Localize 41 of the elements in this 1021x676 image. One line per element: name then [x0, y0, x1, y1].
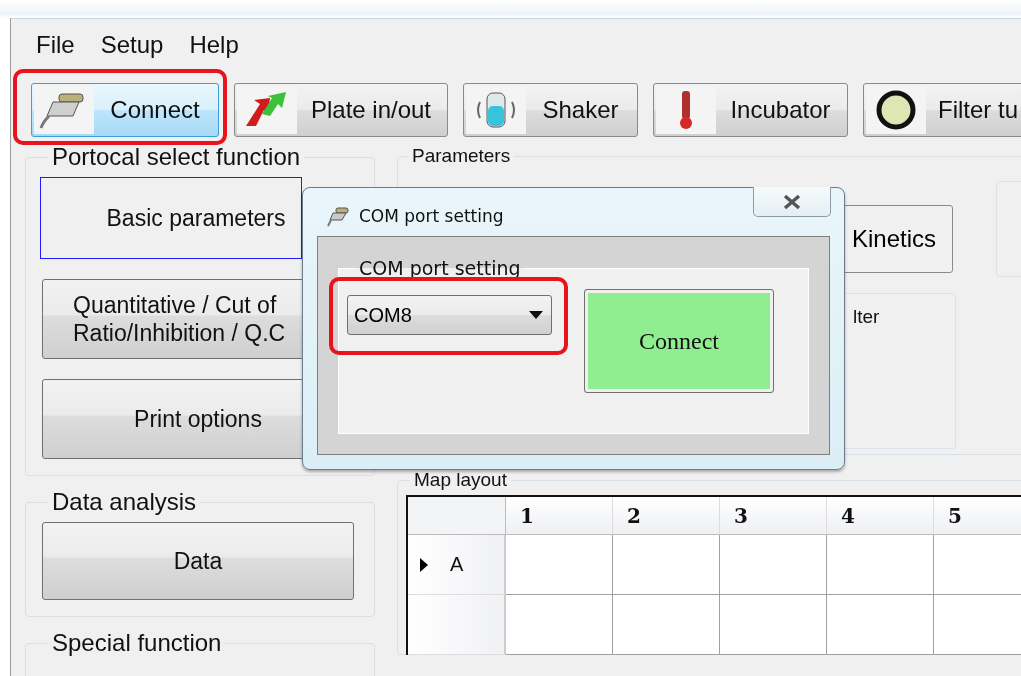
well-cell[interactable] [506, 535, 613, 595]
toolbar-button[interactable]: Incubator [653, 83, 848, 137]
filter-label: lter [853, 306, 880, 328]
column-header: 3 [720, 497, 827, 535]
menu-item[interactable]: File [36, 29, 75, 69]
well-cell[interactable] [827, 595, 934, 655]
well-cell[interactable] [827, 535, 934, 595]
dropdown-arrow-icon [529, 311, 543, 319]
port-dropdown[interactable]: COM8 [347, 295, 552, 335]
toolbar-button[interactable]: Plate in/out [234, 83, 448, 137]
row-header[interactable] [408, 595, 506, 655]
toolbar-button[interactable]: Shaker [463, 83, 638, 137]
row-header[interactable]: A [408, 535, 506, 595]
well-cell[interactable] [506, 595, 613, 655]
row-label: A [450, 553, 464, 576]
column-header: 4 [827, 497, 934, 535]
well-cell[interactable] [613, 535, 720, 595]
group-title: Map layout [413, 469, 508, 491]
data-button[interactable]: Data [42, 522, 354, 600]
dialog-title: COM port setting [359, 206, 504, 226]
close-button[interactable] [753, 187, 831, 217]
well-cell[interactable] [720, 535, 827, 595]
toolbar-button[interactable]: Connect [31, 83, 219, 137]
connect-button[interactable]: Connect [584, 289, 774, 393]
current-row-icon [420, 557, 428, 572]
group-title: Data analysis [51, 490, 198, 514]
thermometer-icon [680, 91, 692, 129]
function-button[interactable]: Basic parameters [40, 177, 302, 259]
well-cell[interactable] [613, 595, 720, 655]
menu-item[interactable]: Help [189, 29, 239, 69]
toolbar-button[interactable]: Filter tu [863, 83, 1021, 137]
column-header: 2 [613, 497, 720, 535]
plug-icon [327, 205, 351, 227]
column-header: 1 [506, 497, 613, 535]
close-icon [782, 193, 802, 210]
group-title: Special function [51, 631, 223, 655]
menu-item[interactable]: Setup [100, 29, 164, 69]
group-title: COM port setting [358, 257, 522, 279]
well-cell[interactable] [720, 595, 827, 655]
group-title: Portocal select function [51, 145, 302, 169]
group-title: Parameters [411, 145, 512, 167]
